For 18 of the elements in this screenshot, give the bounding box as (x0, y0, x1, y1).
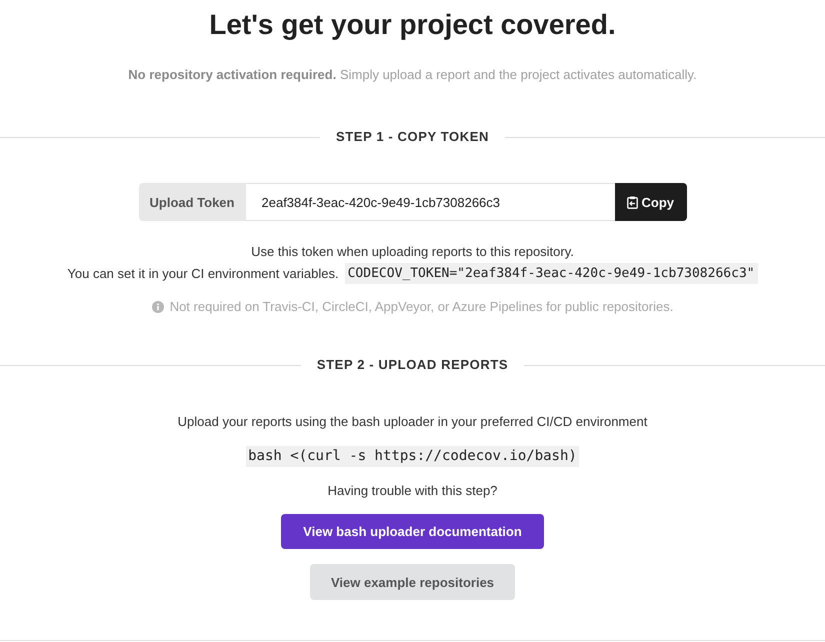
documentation-button[interactable]: View bash uploader documentation (281, 514, 544, 549)
instruction-text: Upload your reports using the bash uploader in your preferred CI/CD environment (178, 413, 648, 431)
env-code: CODECOV_TOKEN="2eaf384f-3eac-420c-9e49-1cb7308266c3" (344, 263, 758, 284)
token-field[interactable]: 2eaf384f-3eac-420c-9e49-1cb7308266c3 (246, 183, 614, 221)
info-icon (152, 301, 164, 313)
copy-button[interactable]: Copy (614, 183, 686, 221)
usage-text: Use this token when uploading reports to this repository. (251, 243, 574, 261)
step-heading: STEP 2 - UPLOAD REPORTS (316, 356, 508, 374)
token-label: Upload Token (138, 183, 246, 221)
clipboard-icon (626, 196, 638, 208)
env-text: You can set it in your CI environment variables. (67, 264, 339, 282)
subtitle-text: No repository activation required. Simply upload a report and the project activates automatically. (128, 66, 697, 84)
page-title: Let's get your project covered. (209, 8, 616, 42)
note-text: Not required on Travis-CI, CircleCI, AppVeyor, or Azure Pipelines for public repositories. (170, 298, 674, 316)
step-heading: STEP 1 - COPY TOKEN (336, 128, 489, 146)
examples-button[interactable]: View example repositories (310, 564, 516, 600)
command-code: bash <(curl -s https://codecov.io/bash) (246, 446, 579, 467)
help-text: Having trouble with this step? (328, 482, 498, 500)
